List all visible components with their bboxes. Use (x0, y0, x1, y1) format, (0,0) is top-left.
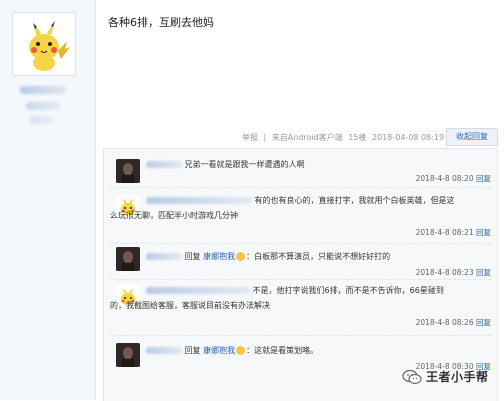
divider (110, 243, 491, 244)
list-item: 不是，他打字说我们6排，而不是不告诉你，66星碰到 的，我截图给客服，客服说目前… (104, 281, 497, 335)
client-source: 来自Android客户端 (271, 133, 343, 142)
avatar[interactable] (116, 247, 140, 271)
user-level-blurred (26, 102, 60, 110)
collapse-replies-button[interactable]: 收起回复 (446, 128, 498, 146)
user-badge-blurred (30, 116, 54, 124)
thread-page: 各种6排，互刷去他妈 举报 | 来自Android客户端 15楼 2018-04… (0, 0, 504, 401)
report-link[interactable]: 举报 (242, 133, 258, 142)
dark-portrait-icon (116, 159, 140, 183)
reply-content: 兄弟一看就是跟我一样遭遇的人啊 (184, 160, 305, 169)
reply-username-blurred[interactable] (146, 287, 250, 294)
watermark-text: 王者小手帮 (426, 370, 489, 384)
list-item: 兄弟一看就是跟我一样遭遇的人啊 2018-4-8 08:20 回复 (104, 149, 497, 189)
reply-content-line1: 有的也有良心的，直接打字，我就用个白板英雄，但是这 (254, 196, 455, 205)
reply-button[interactable]: 回复 (476, 318, 491, 327)
reply-to-user-link[interactable]: 康娜抱我 (203, 346, 235, 355)
avatar[interactable] (116, 159, 140, 183)
divider (110, 279, 491, 280)
reply-username-blurred[interactable] (146, 253, 182, 260)
emoji-icon (236, 346, 246, 355)
reply-button[interactable]: 回复 (476, 174, 491, 183)
wechat-icon (402, 369, 422, 384)
pikachu-avatar-icon (13, 13, 75, 75)
watermark: 王者小手帮 (402, 368, 489, 385)
avatar[interactable] (116, 343, 140, 367)
author-sidebar (0, 0, 96, 400)
post-time: 2018-04-08 08:19 (372, 133, 445, 142)
reply-username-blurred[interactable] (146, 347, 182, 354)
emoji-icon (236, 252, 246, 261)
reply-username-blurred[interactable] (146, 161, 182, 168)
list-item: 回复 康娜抱我 ：白板那不算演员，只能说不想好好打的 2018-4-8 08:23… (104, 245, 497, 279)
reply-content-line1: 不是，他打字说我们6排，而不是不告诉你，66星碰到 (252, 286, 444, 295)
floor-number: 15楼 (348, 133, 367, 142)
reply-button[interactable]: 回复 (476, 268, 491, 277)
divider (110, 187, 491, 188)
dark-portrait-icon (116, 247, 140, 271)
reply-time: 2018-4-8 08:26 回复 (415, 318, 491, 327)
reply-prefix: 回复 (184, 252, 201, 261)
reply-time: 2018-4-8 08:20 回复 (415, 174, 491, 183)
reply-content: ：这就是看策划咯。 (246, 346, 319, 355)
reply-content-line2: 么玩很无聊，匹配半小时游戏几分钟 (110, 211, 238, 220)
reply-time: 2018-4-8 08:23 回复 (415, 268, 491, 277)
reply-button[interactable]: 回复 (476, 228, 491, 237)
reply-time: 2018-4-8 08:21 回复 (415, 228, 491, 237)
list-item: 有的也有良心的，直接打字，我就用个白板英雄，但是这 么玩很无聊，匹配半小时游戏几… (104, 189, 497, 243)
replies-panel: 兄弟一看就是跟我一样遭遇的人啊 2018-4-8 08:20 回复 有的也有良心… (103, 148, 498, 401)
reply-prefix: 回复 (184, 346, 201, 355)
username-blurred[interactable] (20, 86, 66, 94)
dark-portrait-icon (116, 343, 140, 367)
post-meta: 举报 | 来自Android客户端 15楼 2018-04-08 08:19 (242, 132, 447, 143)
avatar[interactable] (12, 12, 76, 76)
reply-content-line2: 的，我截图给客服，客服说目前没有办法解决 (110, 301, 270, 310)
meta-separator: | (263, 133, 267, 142)
divider (110, 335, 491, 336)
post-content: 各种6排，互刷去他妈 (108, 16, 214, 29)
reply-username-blurred[interactable] (146, 197, 252, 204)
reply-content: ：白板那不算演员，只能说不想好好打的 (246, 252, 391, 261)
reply-to-user-link[interactable]: 康娜抱我 (203, 252, 235, 261)
